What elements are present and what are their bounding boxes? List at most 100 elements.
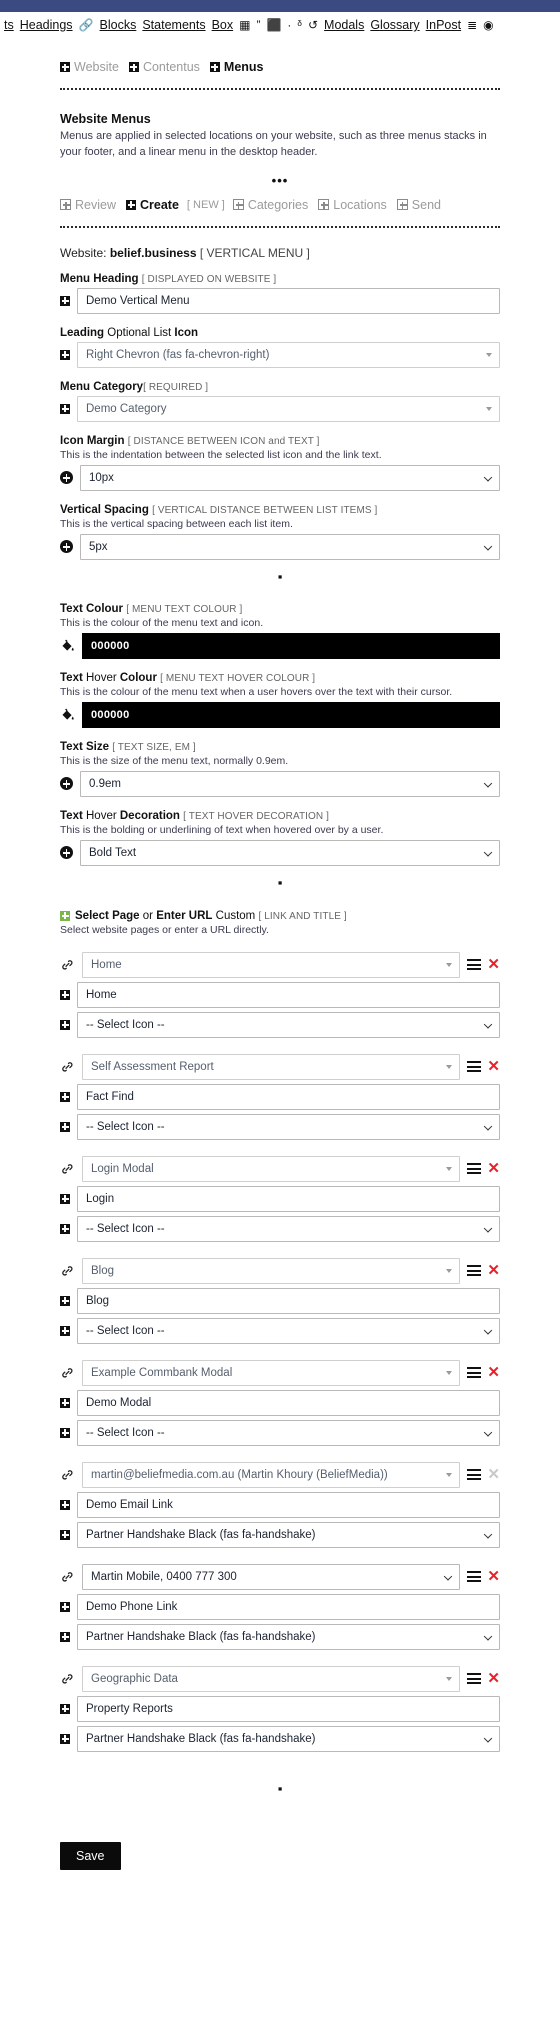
label-meta: [ MENU TEXT HOVER COLOUR ] — [160, 672, 316, 684]
toolbar-link-statements[interactable]: Statements — [142, 18, 205, 32]
breadcrumb-item-menus[interactable]: Menus — [209, 60, 264, 74]
action-tab-review[interactable]: Review — [60, 198, 116, 212]
toolbar-link-ts[interactable]: ts — [4, 18, 14, 32]
link-icon-select[interactable]: -- Select Icon -- — [77, 1113, 500, 1140]
link-row-controls: ✕ — [467, 1671, 500, 1686]
toolbar-link-blocks[interactable]: Blocks — [100, 18, 137, 32]
menu-link-item: Login Modal ✕ -- Select Icon -- — [60, 1155, 500, 1242]
menu-heading-input[interactable] — [77, 287, 500, 314]
link-icon-select[interactable]: -- Select Icon -- — [77, 1011, 500, 1038]
plus-square-icon — [60, 1631, 70, 1642]
link-chain-icon — [60, 1468, 75, 1482]
toolbar-quote-icon[interactable]: ” — [256, 19, 260, 31]
link-title-input[interactable] — [77, 1389, 500, 1416]
toolbar-link-inpost[interactable]: InPost — [426, 18, 461, 32]
plus-square-icon — [60, 403, 70, 414]
drag-handle-icon[interactable] — [467, 1163, 482, 1175]
drag-handle-icon[interactable] — [467, 1469, 482, 1481]
website-line: Website: belief.business [ VERTICAL MENU… — [60, 246, 500, 260]
action-tab-send[interactable]: Send — [396, 198, 441, 212]
toolbar-dot-icon[interactable]: · — [287, 19, 291, 31]
link-icon-select[interactable]: Partner Handshake Black (fas fa-handshak… — [77, 1521, 500, 1548]
link-title-input[interactable] — [77, 1593, 500, 1620]
selected-value: Geographic Data — [91, 1672, 178, 1685]
crumb-label: Menus — [223, 60, 264, 74]
link-icon-select[interactable]: -- Select Icon -- — [77, 1215, 500, 1242]
toolbar-chart-icon[interactable]: ᵟ — [297, 19, 302, 31]
action-tab-locations[interactable]: Locations — [318, 198, 387, 212]
link-page-select[interactable]: Example Commbank Modal — [82, 1359, 461, 1386]
link-page-select[interactable]: Home — [82, 951, 461, 978]
action-tab-categories[interactable]: Categories — [232, 198, 308, 212]
link-icon-select[interactable]: -- Select Icon -- — [77, 1317, 500, 1344]
menu-link-item: martin@beliefmedia.com.au (Martin Khoury… — [60, 1461, 500, 1548]
label-text: Text — [60, 671, 83, 684]
link-page-select[interactable]: Geographic Data — [82, 1665, 461, 1692]
toolbar-link-box[interactable]: Box — [212, 18, 234, 32]
link-title-input[interactable] — [77, 1287, 500, 1314]
delete-link-icon[interactable]: ✕ — [487, 957, 500, 972]
link-page-select[interactable]: martin@beliefmedia.com.au (Martin Khoury… — [82, 1461, 461, 1488]
link-title-input[interactable] — [77, 1185, 500, 1212]
toolbar-link-headings[interactable]: Headings — [20, 18, 73, 32]
link-icon-select[interactable]: Partner Handshake Black (fas fa-handshak… — [77, 1725, 500, 1752]
selected-value: 10px — [89, 471, 114, 484]
label-text: Icon Margin — [60, 434, 125, 447]
field-icon-margin: Icon Margin [ DISTANCE BETWEEN ICON and … — [60, 435, 500, 491]
toolbar-grid-icon[interactable]: ≣ — [467, 19, 477, 31]
text-size-select[interactable]: 0.9em — [80, 770, 500, 797]
delete-link-icon[interactable]: ✕ — [487, 1059, 500, 1074]
toolbar-table-icon[interactable]: ▦ — [239, 19, 250, 31]
crumb-tag: [ NEW ] — [186, 198, 225, 211]
delete-link-icon[interactable]: ✕ — [487, 1161, 500, 1176]
link-title-input[interactable] — [77, 1491, 500, 1518]
link-title-input[interactable] — [77, 1083, 500, 1110]
drag-handle-icon[interactable] — [467, 1571, 482, 1583]
chevron-down-icon — [446, 1166, 453, 1171]
toolbar-link-glossary[interactable]: Glossary — [370, 18, 419, 32]
page-description: Menus are applied in selected locations … — [60, 130, 487, 158]
drag-handle-icon[interactable] — [467, 1367, 482, 1379]
label-menu-category: Menu Category[ REQUIRED ] — [60, 381, 500, 393]
menu-category-select[interactable]: Demo Category — [77, 395, 500, 422]
help-text-hover-decoration: This is the bolding or underlining of te… — [60, 823, 384, 836]
editor-toolbar[interactable]: ts Headings 🔗 Blocks Statements Box ▦ ” ⬛ · ᵟ ↺ Moda… — [0, 12, 560, 38]
delete-link-icon[interactable]: ✕ — [487, 1569, 500, 1584]
plus-square-icon — [60, 1019, 70, 1030]
link-icon-select[interactable]: Partner Handshake Black (fas fa-handshak… — [77, 1623, 500, 1650]
breadcrumb-item-contentus[interactable]: Contentus — [128, 60, 200, 74]
text-colour-input[interactable]: 000000 — [82, 632, 500, 659]
breadcrumb-item-website[interactable]: Website — [60, 60, 119, 74]
delete-link-icon[interactable]: ✕ — [487, 1263, 500, 1278]
plus-square-icon — [60, 1295, 70, 1306]
drag-handle-icon[interactable] — [467, 1265, 482, 1277]
drag-handle-icon[interactable] — [467, 1673, 482, 1685]
leading-icon-select[interactable]: Right Chevron (fas fa-chevron-right) — [77, 341, 500, 368]
link-title-input[interactable] — [77, 981, 500, 1008]
text-hover-colour-input[interactable]: 000000 — [82, 701, 500, 728]
menu-link-item: Martin Mobile, 0400 777 300 ✕ Partner Hand… — [60, 1563, 500, 1650]
menu-link-item: Example Commbank Modal ✕ -- Select Icon -- — [60, 1359, 500, 1446]
link-page-select[interactable]: Martin Mobile, 0400 777 300 — [82, 1563, 461, 1590]
drag-handle-icon[interactable] — [467, 959, 482, 971]
save-button[interactable]: Save — [60, 1841, 121, 1870]
link-page-select[interactable]: Self Assessment Report — [82, 1053, 461, 1080]
vertical-spacing-select[interactable]: 5px — [80, 533, 500, 560]
drag-handle-icon[interactable] — [467, 1061, 482, 1073]
link-title-input[interactable] — [77, 1695, 500, 1722]
plus-square-icon — [60, 1121, 70, 1132]
plus-circle-icon — [60, 540, 73, 554]
toolbar-link-modals[interactable]: Modals — [324, 18, 364, 32]
delete-link-icon[interactable]: ✕ — [487, 1365, 500, 1380]
link-page-select[interactable]: Blog — [82, 1257, 461, 1284]
link-page-select[interactable]: Login Modal — [82, 1155, 461, 1182]
text-hover-decoration-select[interactable]: Bold Text — [80, 839, 500, 866]
toolbar-record-icon[interactable]: ◉ — [483, 19, 493, 31]
link-icon-select[interactable]: -- Select Icon -- — [77, 1419, 500, 1446]
toolbar-undo-icon[interactable]: ↺ — [308, 19, 318, 31]
toolbar-stamp-icon[interactable]: ⬛ — [266, 19, 281, 31]
toolbar-link-icon[interactable]: 🔗 — [79, 19, 94, 31]
action-tab-create[interactable]: Create — [126, 198, 179, 212]
delete-link-icon[interactable]: ✕ — [487, 1671, 500, 1686]
icon-margin-select[interactable]: 10px — [80, 464, 500, 491]
